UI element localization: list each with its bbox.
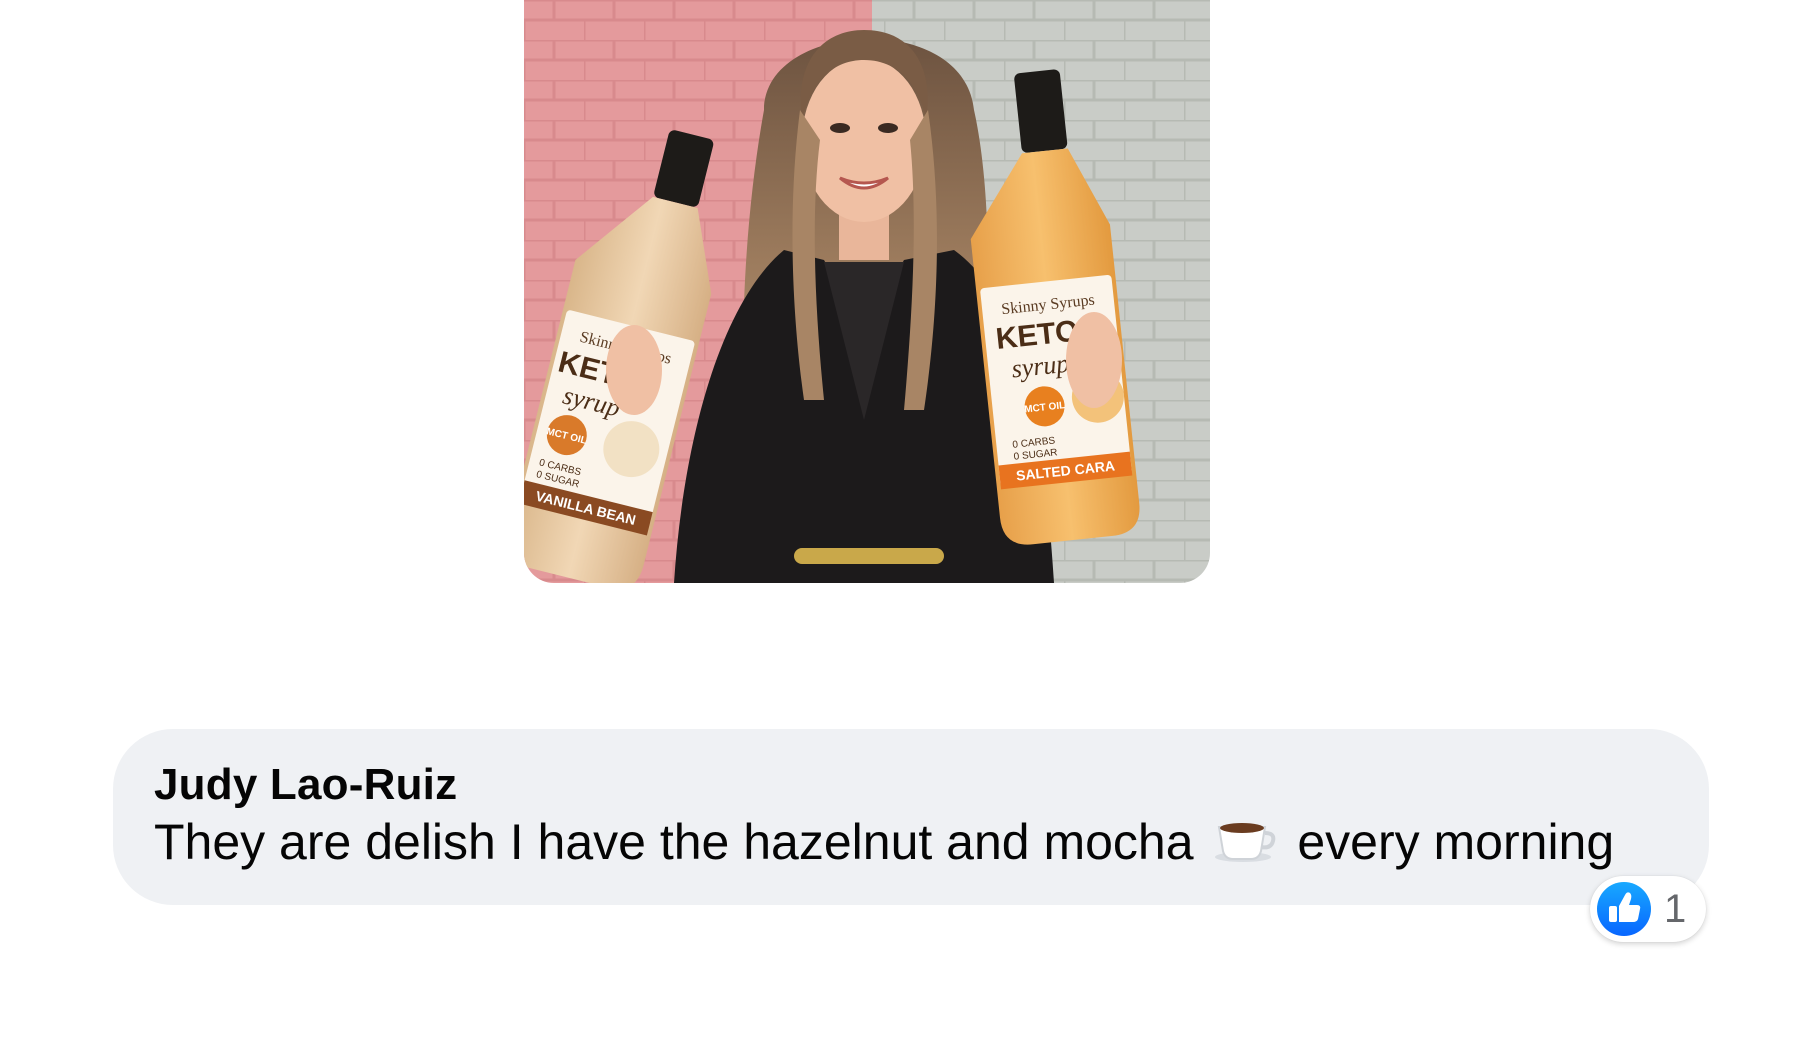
comment-text-part1: They are delish I have the hazelnut and … — [154, 814, 1194, 870]
comment-bubble: Judy Lao-Ruiz They are delish I have the… — [113, 729, 1709, 905]
reaction-summary[interactable]: 1 — [1590, 876, 1706, 942]
reaction-count: 1 — [1664, 887, 1687, 931]
facebook-comment-screenshot: Skinny Syrups KETO syrup MCT OIL 0 CARBS… — [0, 0, 1812, 1042]
hot-beverage-icon — [1215, 823, 1276, 862]
comment-text-part2: every morning — [1297, 814, 1615, 870]
right-bottle-line2: syrup — [1010, 349, 1070, 384]
comment-text: They are delish I have the hazelnut and … — [154, 811, 1665, 873]
post-photo-image: Skinny Syrups KETO syrup MCT OIL 0 CARBS… — [524, 0, 1210, 583]
post-photo[interactable]: Skinny Syrups KETO syrup MCT OIL 0 CARBS… — [524, 0, 1210, 583]
like-icon — [1597, 882, 1651, 936]
comment-author-name[interactable]: Judy Lao-Ruiz — [154, 759, 457, 811]
